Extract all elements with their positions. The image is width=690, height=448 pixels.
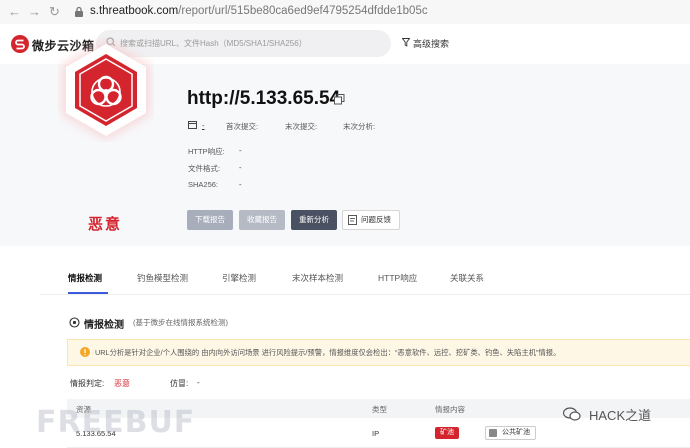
public-mining-pool-label: 公共矿池 [502,429,530,436]
filter-icon [402,38,410,47]
tab-intel-detection[interactable]: 情报检测 [68,272,102,284]
last-analysis-label: 末次分析: [343,122,376,131]
http-response-value: - [239,146,242,155]
tab-relations[interactable]: 关联关系 [450,272,484,284]
back-button[interactable]: ← [8,4,21,19]
tab-engine-detection[interactable]: 引擎检测 [222,272,256,284]
feedback-button[interactable]: 问题反馈 [342,210,400,230]
url-text[interactable]: s.threatbook.com/report/url/515be80ca6ed… [90,5,428,17]
intel-detection-icon [69,317,80,328]
http-response-label: HTTP响应: [188,147,225,156]
section-subtitle: (基于微步在线情报系统检测) [133,318,228,327]
active-tab-indicator [68,292,108,294]
verdict-label: 恶意 [88,216,123,233]
advanced-search-link[interactable]: 高级搜索 [413,37,449,50]
file-format-label: 文件格式: [188,164,221,173]
tab-phishing-model[interactable]: 钓鱼模型检测 [137,272,188,284]
sha256-label: SHA256: [188,180,219,189]
threatbook-logo-icon[interactable] [11,35,29,53]
judgement-value: 恶意 [114,379,130,388]
favorite-report-button[interactable]: 收藏报告 [239,210,285,230]
hack-watermark-text: HACK之道 [589,408,652,423]
mining-pool-tag: 矿池 [435,427,459,439]
feedback-label: 问题反馈 [361,215,391,224]
type-icon [188,121,197,129]
counterfeit-value: - [197,378,200,387]
section-title: 情报检测 [84,320,124,331]
download-report-button[interactable]: 下载报告 [187,210,233,230]
url-path: /report/url/515be80ca6ed9ef4795254dfdde1… [178,5,428,17]
column-header-type: 类型 [372,405,387,414]
type-value: - [202,121,205,130]
freebuf-watermark: FREEBUF [36,405,196,440]
column-header-intel: 情报内容 [435,405,465,414]
feedback-icon [348,215,357,225]
info-alert: URL分析是针对企业/个人围绕的 由内向外访问场景 进行风险提示/预警，情报维度… [67,339,690,366]
browser-address-bar: ← → ↻ s.threatbook.com/report/url/515be8… [0,0,690,25]
tab-http-response[interactable]: HTTP响应 [378,272,417,284]
url-host: s.threatbook.com [90,5,179,17]
tag-icon [489,429,497,437]
judgement-label: 情报判定: [70,379,105,388]
type-cell: IP [372,429,380,438]
wechat-icon [563,407,581,421]
reanalyze-button[interactable]: 重新分析 [291,210,337,230]
counterfeit-label: 仿冒: [170,379,189,388]
report-tabs: 情报检测 钓鱼模型检测 引擎检测 末次样本检测 HTTP响应 关联关系 [40,258,690,295]
sha256-value: - [239,180,242,189]
last-submit-label: 末次提交: [285,122,318,131]
forward-button[interactable]: → [28,4,41,19]
lock-icon [75,6,83,17]
warning-icon [80,347,90,357]
public-mining-pool-tag: 公共矿池 [485,426,536,440]
reload-button[interactable]: ↻ [49,4,60,20]
biohazard-hexagon-icon [62,40,150,140]
file-format-value: - [239,163,242,172]
tab-last-sample[interactable]: 末次样本检测 [292,272,343,284]
alert-text: URL分析是针对企业/个人围绕的 由内向外访问场景 进行风险提示/预警，情报维度… [95,348,561,357]
copy-icon[interactable] [334,94,345,105]
page-title: http://5.133.65.54 [187,88,341,109]
first-submit-label: 首次提交: [226,122,259,131]
